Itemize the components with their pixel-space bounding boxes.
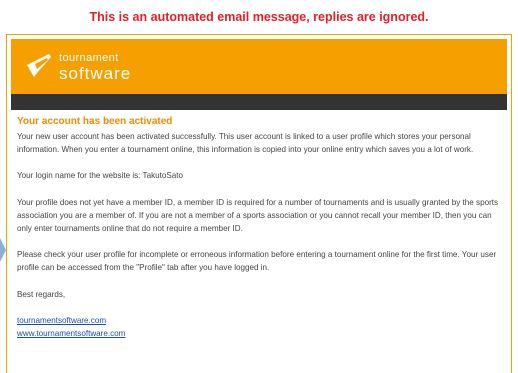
brand-wordmark: tournament software <box>59 52 132 83</box>
body-paragraph-activation: Your new user account has been activated… <box>17 132 474 155</box>
brand-line-2: software <box>59 64 132 83</box>
automated-notice: This is an automated email message, repl… <box>89 10 429 24</box>
tournament-software-logo-icon <box>27 54 51 77</box>
link-www-tournamentsoftware[interactable]: www.tournamentsoftware.com <box>17 327 503 340</box>
body-paragraph-member-id: Your profile does not yet have a member … <box>17 197 499 234</box>
email-card: tournament software Your account has bee… <box>6 34 512 373</box>
email-heading: Your account has been activated <box>17 116 173 127</box>
brand-line-1: tournament <box>59 52 119 64</box>
body-regards: Best regards, <box>17 289 66 299</box>
email-body: Your account has been activated Your new… <box>17 116 503 340</box>
email-view: This is an automated email message, repl… <box>0 0 518 373</box>
header-banner: tournament software <box>11 39 507 94</box>
header-divider-bar <box>11 94 507 110</box>
body-paragraph-login-name: Your login name for the website is: Taku… <box>17 171 184 181</box>
body-paragraph-profile-check: Please check your user profile for incom… <box>17 250 497 273</box>
link-tournamentsoftware[interactable]: tournamentsoftware.com <box>17 314 503 327</box>
